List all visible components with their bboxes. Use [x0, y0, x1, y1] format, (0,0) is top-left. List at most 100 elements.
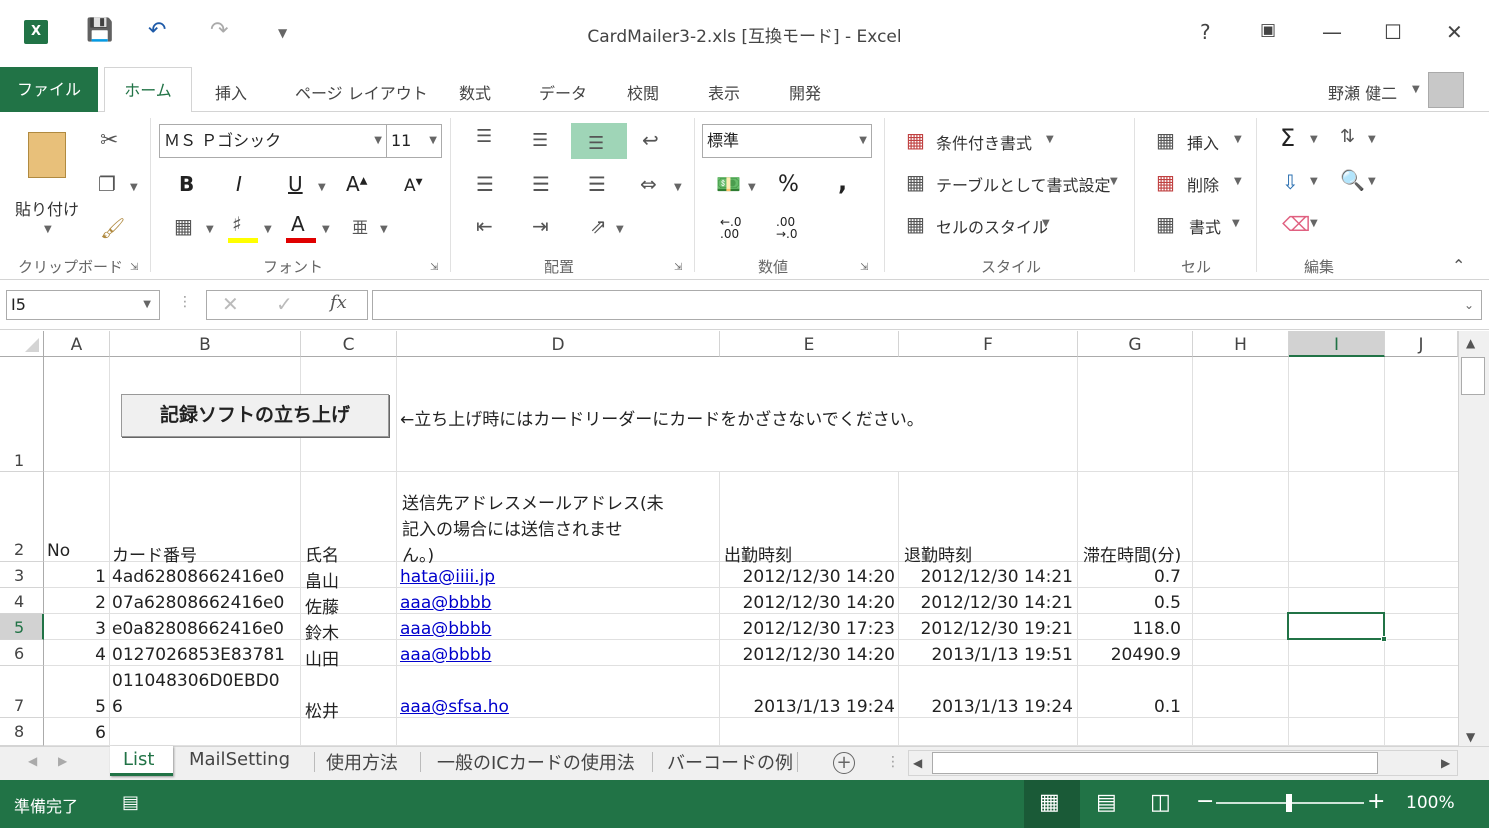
cell-card[interactable]: 4ad62808662416e0 [112, 567, 284, 587]
bold-button[interactable]: B [179, 172, 194, 196]
sheet-tab-usage[interactable]: 使用方法 [326, 749, 398, 775]
italic-button[interactable]: I [236, 172, 242, 196]
select-all-corner[interactable] [0, 331, 44, 357]
copy-icon[interactable]: ❐ [98, 172, 116, 196]
cell-card[interactable]: e0a82808662416e0 [112, 619, 284, 639]
sort-filter-icon[interactable]: ⇅ [1340, 126, 1355, 147]
clipboard-launcher-icon[interactable]: ⇲ [130, 262, 138, 273]
cell-styles-icon[interactable]: ▦ [906, 212, 925, 236]
fill-color-icon[interactable]: ♯ [232, 212, 242, 236]
scroll-down-icon[interactable]: ▼ [1466, 730, 1475, 744]
column-header-a[interactable]: A [44, 331, 110, 357]
cell-clock-out[interactable]: 2013/1/13 19:51 [899, 645, 1073, 665]
zoom-in-icon[interactable]: + [1367, 789, 1385, 814]
column-header-i[interactable]: I [1289, 331, 1385, 357]
cell-clock-in[interactable]: 2012/12/30 14:20 [720, 645, 895, 665]
cell-clock-in[interactable]: 2013/1/13 19:24 [720, 697, 895, 717]
underline-button[interactable]: U [288, 172, 303, 196]
font-color-icon[interactable]: A [291, 212, 305, 236]
increase-decimal-icon[interactable]: ←.0.00 [720, 216, 742, 240]
cell-card[interactable]: 0127026853E83781 [112, 645, 285, 665]
cell-styles-button[interactable]: セルのスタイル [936, 214, 1048, 238]
align-right-icon[interactable]: ☰ [588, 172, 606, 196]
align-center-icon[interactable]: ☰ [532, 172, 550, 196]
expand-formula-bar-icon[interactable]: ⌄ [1464, 298, 1474, 312]
paste-dropdown-icon[interactable]: ▼ [44, 224, 52, 235]
column-header-d[interactable]: D [397, 331, 720, 357]
formula-input[interactable] [372, 290, 1482, 320]
copy-dropdown-icon[interactable]: ▼ [130, 182, 138, 193]
cell-clock-in[interactable]: 2012/12/30 14:20 [720, 593, 895, 613]
row-header-3[interactable]: 3 [0, 562, 44, 588]
user-dropdown-icon[interactable]: ▼ [1412, 84, 1420, 95]
selected-cell[interactable] [1287, 612, 1385, 640]
cell-name[interactable]: 山田 [305, 645, 339, 670]
cell-stay[interactable]: 0.5 [1078, 593, 1181, 613]
borders-icon[interactable]: ▦ [174, 214, 193, 238]
underline-dropdown-icon[interactable]: ▼ [318, 182, 326, 193]
horizontal-scroll-thumb[interactable] [932, 752, 1378, 774]
cancel-icon[interactable]: ✕ [222, 292, 239, 316]
vertical-scroll-thumb[interactable] [1461, 357, 1485, 395]
cell-name[interactable]: 松井 [305, 697, 339, 722]
borders-dropdown-icon[interactable]: ▼ [206, 224, 214, 235]
cell-clock-out[interactable]: 2012/12/30 14:21 [899, 593, 1073, 613]
conditional-format-button[interactable]: 条件付き書式 [936, 130, 1032, 154]
zoom-level[interactable]: 100% [1406, 793, 1455, 813]
comma-style-button[interactable]: , [838, 168, 847, 196]
cell-clock-in[interactable]: 2012/12/30 14:20 [720, 567, 895, 587]
format-cells-button[interactable]: 書式 [1189, 214, 1221, 238]
name-box[interactable]: I5 ▼ [6, 290, 160, 320]
page-break-preview-icon[interactable]: ◫ [1150, 790, 1171, 815]
format-as-table-dropdown-icon[interactable]: ▼ [1110, 176, 1118, 187]
increase-indent-icon[interactable]: ⇥ [532, 214, 549, 238]
sheet-tab-mailsetting[interactable]: MailSetting [189, 749, 290, 770]
font-size-combo[interactable]: 11 ▼ [386, 124, 442, 158]
cell-clock-out[interactable]: 2012/12/30 14:21 [899, 567, 1073, 587]
hscroll-left-icon[interactable]: ◀ [913, 756, 922, 770]
delete-cells-dropdown-icon[interactable]: ▼ [1234, 176, 1242, 187]
tab-review[interactable]: 校閲 [627, 80, 659, 104]
merge-center-icon[interactable]: ⇔ [640, 172, 657, 196]
accounting-format-icon[interactable]: 💵 [716, 172, 741, 196]
cell-email-link[interactable]: aaa@bbbb [400, 619, 491, 639]
cell-clock-out[interactable]: 2013/1/13 19:24 [899, 697, 1073, 717]
cell-stay[interactable]: 0.7 [1078, 567, 1181, 587]
close-button[interactable]: ✕ [1446, 20, 1463, 44]
zoom-slider-thumb[interactable] [1286, 794, 1292, 812]
row-header-4[interactable]: 4 [0, 588, 44, 614]
orientation-dropdown-icon[interactable]: ▼ [616, 224, 624, 235]
column-header-e[interactable]: E [720, 331, 899, 357]
cell-card-line2[interactable]: 6 [112, 697, 123, 717]
autosum-dropdown-icon[interactable]: ▼ [1310, 134, 1318, 145]
sheet-scroll-left-icon[interactable]: ◀ [28, 754, 37, 768]
font-size-dropdown-icon[interactable]: ▼ [429, 125, 437, 157]
alignment-launcher-icon[interactable]: ⇲ [674, 262, 682, 273]
tab-insert[interactable]: 挿入 [215, 80, 247, 104]
orientation-icon[interactable]: ⇗ [590, 214, 607, 238]
font-name-combo[interactable]: ＭＳ Ｐゴシック ▼ [159, 124, 387, 158]
paste-button-label[interactable]: 貼り付け [15, 196, 79, 220]
conditional-format-dropdown-icon[interactable]: ▼ [1046, 134, 1054, 145]
cell-card[interactable]: 07a62808662416e0 [112, 593, 284, 613]
fill-color-dropdown-icon[interactable]: ▼ [264, 224, 272, 235]
column-header-j[interactable]: J [1385, 331, 1458, 357]
tab-page-layout[interactable]: ページ レイアウト [295, 80, 428, 104]
cell-clock-in[interactable]: 2012/12/30 17:23 [720, 619, 895, 639]
align-middle-icon[interactable]: ☰ [532, 130, 548, 151]
delete-cells-icon[interactable]: ▦ [1156, 170, 1175, 194]
cell-no[interactable]: 1 [44, 567, 106, 587]
cell-email-link[interactable]: hata@iiii.jp [400, 567, 495, 587]
format-cells-icon[interactable]: ▦ [1156, 212, 1175, 236]
tab-data[interactable]: データ [539, 80, 587, 104]
clear-dropdown-icon[interactable]: ▼ [1310, 218, 1318, 229]
insert-cells-button[interactable]: 挿入 [1187, 130, 1219, 154]
cell-name[interactable]: 鈴木 [305, 619, 339, 644]
cell-no[interactable]: 3 [44, 619, 106, 639]
tab-developer[interactable]: 開発 [789, 80, 821, 104]
cell-email-link[interactable]: aaa@bbbb [400, 593, 491, 613]
sort-filter-dropdown-icon[interactable]: ▼ [1368, 134, 1376, 145]
tab-view[interactable]: 表示 [708, 80, 740, 104]
cell-stay[interactable]: 0.1 [1078, 697, 1181, 717]
row-header-2[interactable]: 2 [0, 472, 44, 562]
